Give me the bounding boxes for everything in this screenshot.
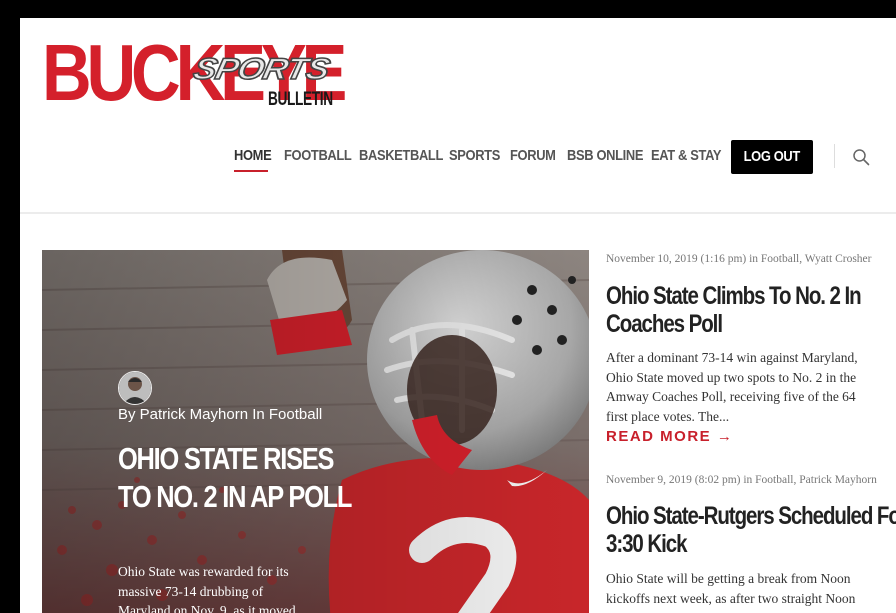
post-title[interactable]: Ohio State-Rutgers Scheduled For 3:30 Ki… (606, 502, 896, 558)
post-title-line-1: Ohio State-Rutgers Scheduled For (606, 502, 896, 530)
site-logo[interactable]: BUCKEYE SPORTS BULLETIN (42, 31, 347, 115)
nav-home[interactable]: HOME (234, 144, 272, 168)
post-item: November 9, 2019 (8:02 pm) in Football, … (606, 473, 877, 487)
post-title-line-2: Coaches Poll (606, 310, 723, 338)
featured-title-line-2: TO NO. 2 IN AP POLL (118, 479, 352, 514)
featured-title[interactable]: OHIO STATE RISES TO NO. 2 IN AP POLL (118, 440, 364, 516)
log-out-label: LOG OUT (743, 148, 801, 165)
nav-bsb-online[interactable]: BSB ONLINE (567, 144, 643, 168)
post-meta: November 9, 2019 (8:02 pm) in Football, … (606, 474, 877, 486)
post-title[interactable]: Ohio State Climbs To No. 2 In Coaches Po… (606, 282, 876, 338)
logo-bulletin-text: BULLETIN (268, 89, 333, 110)
post-excerpt: Ohio State will be getting a break from … (606, 571, 856, 606)
post-meta: November 10, 2019 (1:16 pm) in Football,… (606, 253, 872, 265)
post-title-line-2: 3:30 Kick (606, 530, 688, 558)
nav-forum[interactable]: FORUM (510, 144, 556, 168)
nav-football[interactable]: FOOTBALL (284, 144, 352, 168)
logo-sports-text: SPORTS (190, 52, 333, 87)
nav-eat-stay[interactable]: EAT & STAY (651, 144, 721, 168)
nav-basketball[interactable]: BASKETBALL (359, 144, 443, 168)
log-out-button[interactable]: LOG OUT (731, 140, 813, 174)
nav-divider (834, 144, 835, 168)
featured-article[interactable]: By Patrick Mayhorn In Football OHIO STAT… (42, 250, 589, 613)
nav-active-indicator (234, 170, 268, 172)
featured-title-line-1: OHIO STATE RISES (118, 441, 334, 476)
post-item: November 10, 2019 (1:16 pm) in Football,… (606, 252, 876, 266)
featured-byline[interactable]: By Patrick Mayhorn In Football (118, 405, 322, 425)
post-excerpt: After a dominant 73-14 win against Maryl… (606, 350, 858, 424)
search-icon[interactable] (852, 148, 870, 166)
page: BUCKEYE SPORTS BULLETIN HOME FOOTBALL BA… (20, 18, 896, 613)
nav-sports[interactable]: SPORTS (449, 144, 500, 168)
header-divider (20, 212, 896, 214)
post-title-line-1: Ohio State Climbs To No. 2 In (606, 282, 862, 310)
author-avatar[interactable] (118, 371, 152, 405)
read-more-link[interactable]: READ MORE → (606, 428, 876, 446)
featured-image (42, 250, 589, 613)
featured-excerpt: Ohio State was rewarded for its massive … (118, 564, 296, 613)
